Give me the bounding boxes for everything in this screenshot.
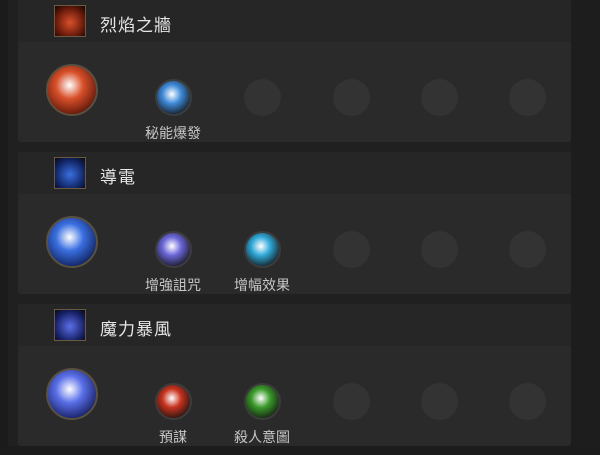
skill-header: 導電: [18, 152, 571, 194]
empty-support-slot[interactable]: [509, 231, 546, 268]
main-skill-gem[interactable]: [46, 216, 98, 268]
mana-tempest-skill-icon[interactable]: [54, 309, 86, 341]
empty-support-slot[interactable]: [333, 231, 370, 268]
empty-support-slot[interactable]: [421, 383, 458, 420]
empty-support-slot[interactable]: [244, 79, 281, 116]
empty-support-slot[interactable]: [509, 383, 546, 420]
support-gem-label: 殺人意圖: [234, 430, 290, 446]
skill-name: 魔力暴風: [100, 320, 172, 340]
firewall-skill-icon[interactable]: [54, 5, 86, 37]
skill-header: 烈焰之牆: [18, 0, 571, 42]
empty-support-slot[interactable]: [509, 79, 546, 116]
empty-support-slot[interactable]: [421, 231, 458, 268]
skill-gem-panel: 烈焰之牆秘能爆發導電增強詛咒 增幅效果魔力暴風預謀 殺人意圖: [0, 0, 600, 455]
main-skill-gem[interactable]: [46, 64, 98, 116]
arcane-surge-gem-icon[interactable]: [155, 79, 192, 116]
skill-name: 烈焰之牆: [100, 16, 172, 36]
skill-panel: 導電增強詛咒 增幅效果: [18, 152, 571, 294]
skill-panel: 魔力暴風預謀 殺人意圖: [18, 304, 571, 446]
empty-support-slot[interactable]: [421, 79, 458, 116]
main-skill-gem[interactable]: [46, 368, 98, 420]
support-gem-label: 預謀: [159, 430, 187, 446]
murderous-intent-gem-icon[interactable]: [244, 383, 281, 420]
support-gem-label: 增幅效果: [234, 278, 290, 294]
skill-header: 魔力暴風: [18, 304, 571, 346]
conductivity-skill-icon[interactable]: [54, 157, 86, 189]
bottom-frame: [0, 446, 600, 455]
premeditation-gem-icon[interactable]: [155, 383, 192, 420]
right-frame: [571, 0, 600, 455]
empty-support-slot[interactable]: [333, 383, 370, 420]
skill-name: 導電: [100, 168, 136, 188]
amplify-effect-gem-icon[interactable]: [244, 231, 281, 268]
empty-support-slot[interactable]: [333, 79, 370, 116]
left-frame: [0, 0, 8, 455]
enhanced-curse-gem-icon[interactable]: [155, 231, 192, 268]
support-gem-label: 秘能爆發: [145, 126, 201, 142]
support-gem-label: 增強詛咒: [145, 278, 201, 294]
skill-panel: 烈焰之牆秘能爆發: [18, 0, 571, 142]
